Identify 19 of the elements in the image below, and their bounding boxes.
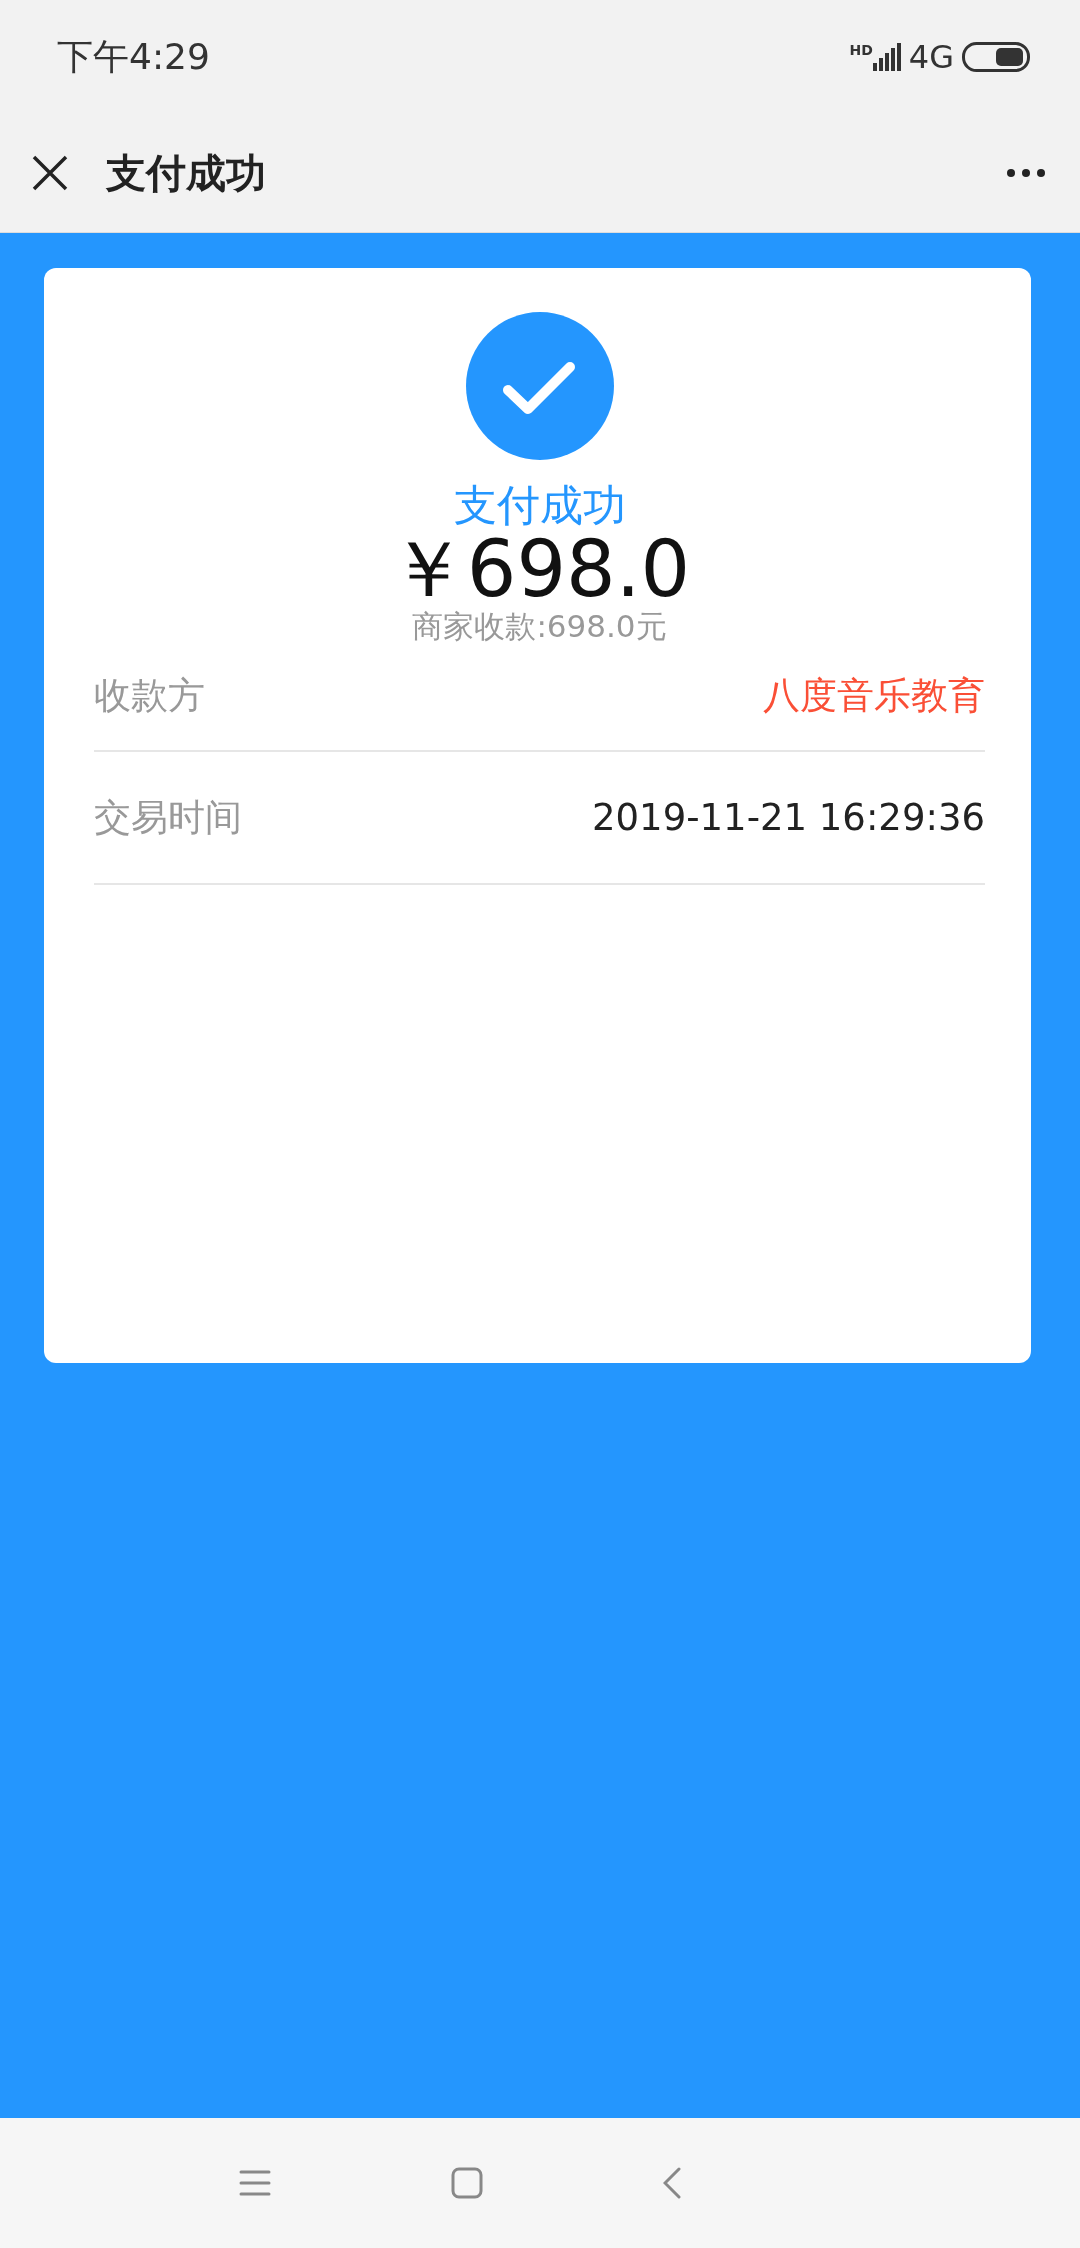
detail-label: 收款方: [94, 673, 205, 720]
detail-value: 2019-11-21 16:29:36: [592, 794, 985, 841]
detail-label: 交易时间: [94, 794, 242, 841]
menu-icon[interactable]: [239, 2169, 271, 2197]
battery-icon: [962, 42, 1030, 72]
page-title: 支付成功: [106, 149, 266, 198]
merchant-note: 商家收款:698.0元: [412, 611, 667, 643]
check-icon: [465, 312, 614, 460]
status-text: 支付成功: [453, 482, 626, 530]
signal-label: HD: [849, 43, 873, 57]
back-icon[interactable]: [663, 2167, 681, 2199]
detail-value: 八度音乐教育: [763, 673, 985, 720]
network-label: 4G: [908, 37, 954, 78]
close-icon[interactable]: [30, 153, 70, 193]
signal-icon: [872, 43, 901, 71]
amount-text: ￥698.0: [388, 529, 691, 612]
more-icon[interactable]: [1006, 168, 1046, 178]
status-time: 下午4:29: [57, 35, 210, 79]
home-icon[interactable]: [451, 2167, 483, 2199]
